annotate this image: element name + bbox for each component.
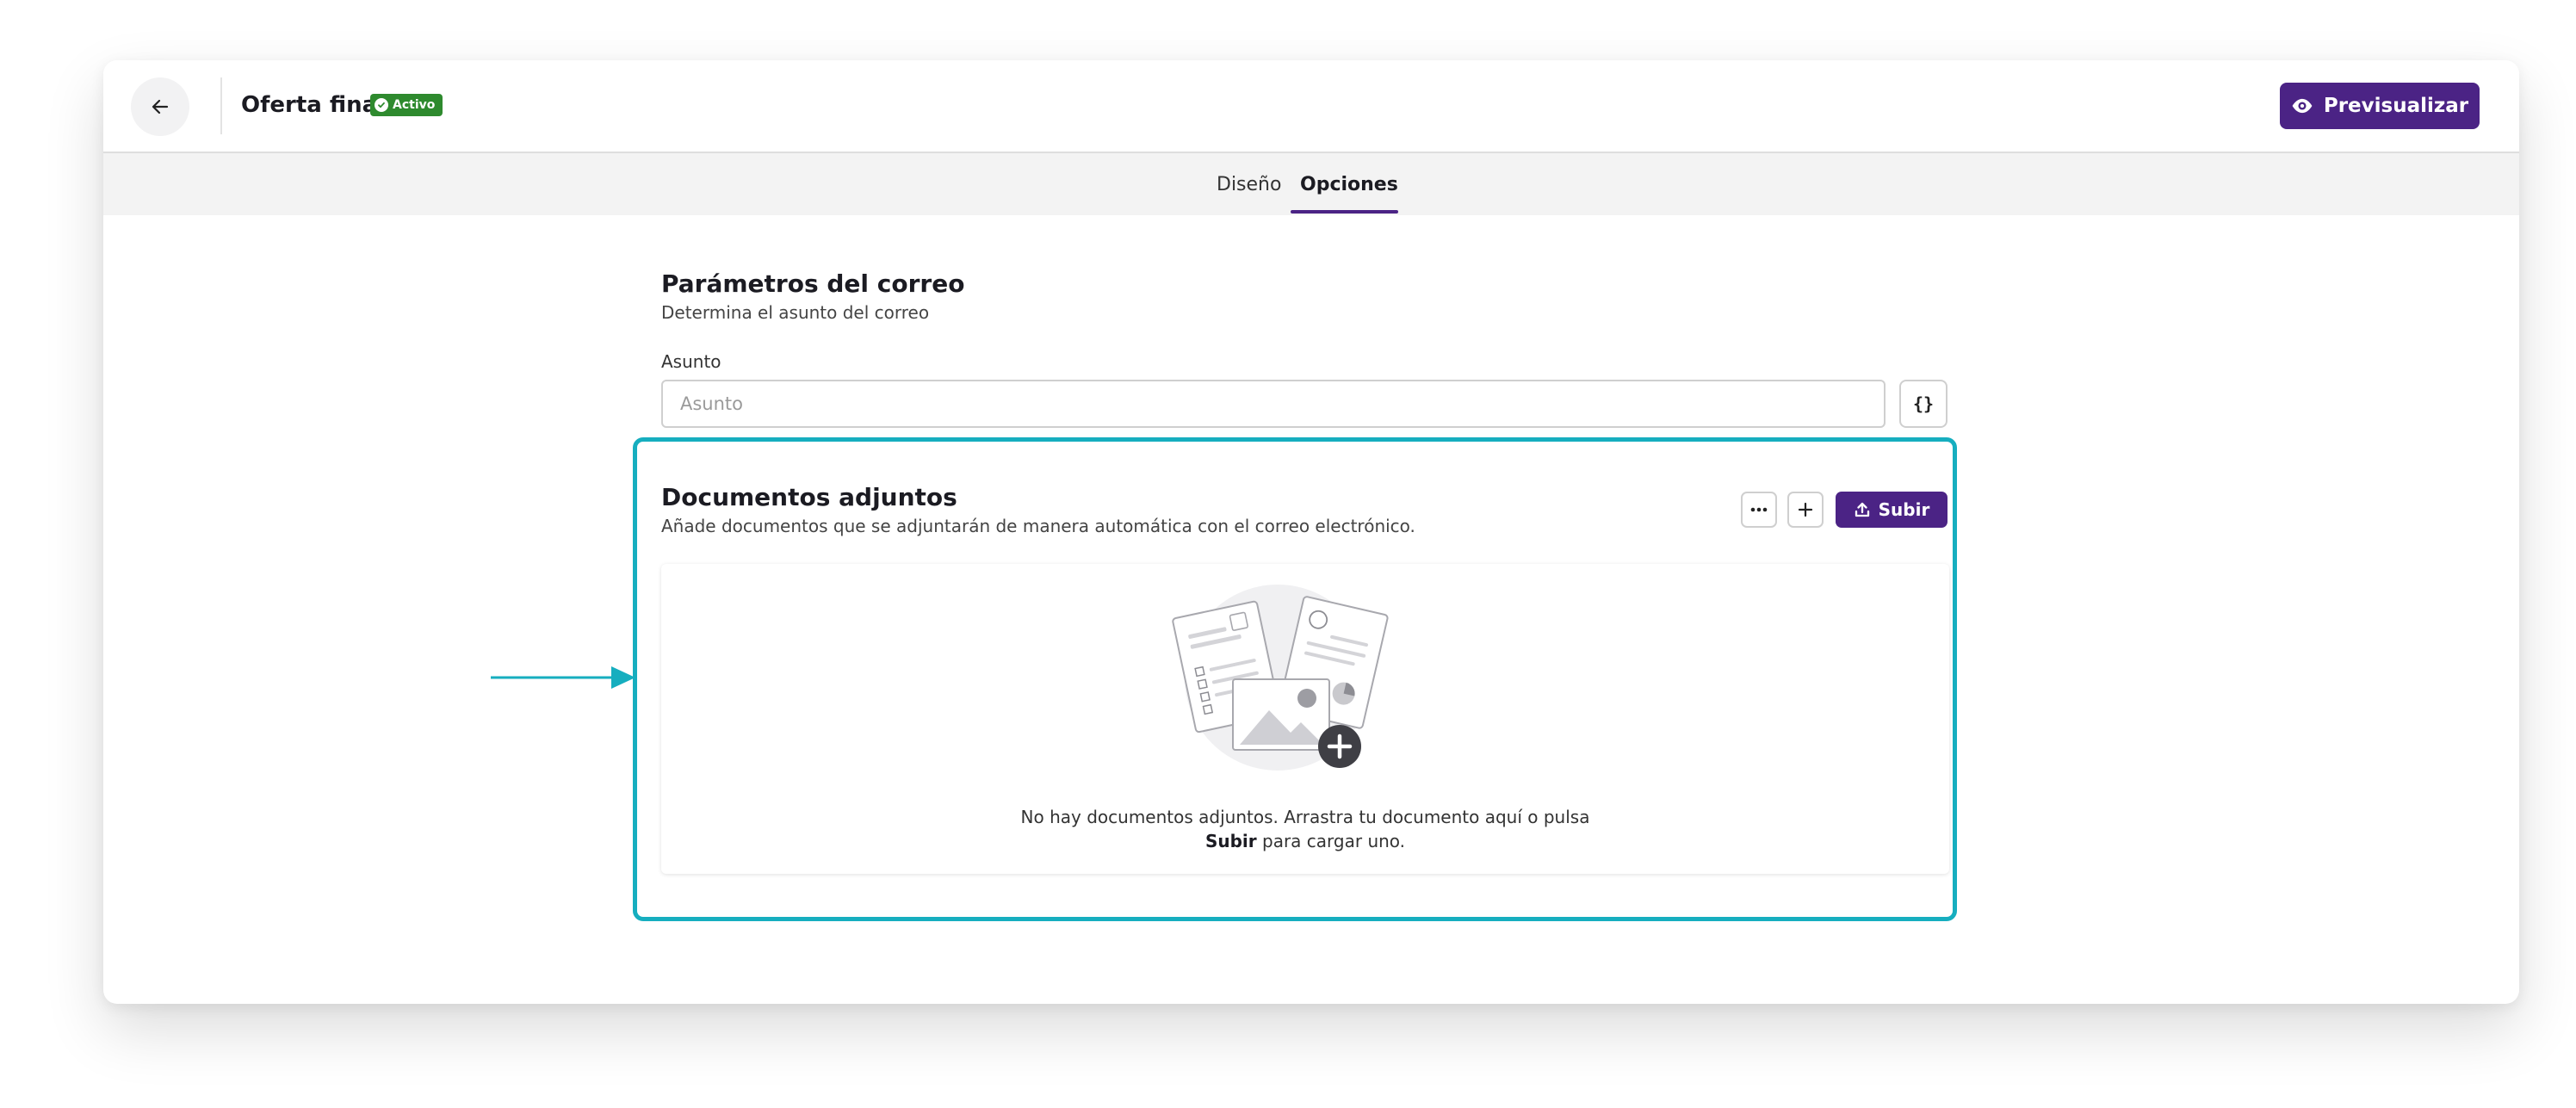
- header: Oferta final Activo Previsualizar: [103, 60, 2519, 153]
- tabs-bar: Diseño Opciones: [103, 153, 2519, 215]
- email-params-title: Parámetros del correo: [661, 269, 965, 298]
- tab-options[interactable]: Opciones: [1300, 172, 1398, 198]
- active-tab-indicator: [1291, 210, 1398, 214]
- back-button[interactable]: [131, 77, 189, 136]
- preview-button-label: Previsualizar: [2323, 95, 2469, 117]
- variables-button[interactable]: {}: [1899, 380, 1947, 428]
- braces-icon: {}: [1912, 393, 1935, 414]
- arrow-annotation-icon: [491, 666, 635, 689]
- arrow-left-icon: [152, 99, 169, 115]
- status-badge: Activo: [370, 94, 443, 116]
- page-title: Oferta final: [241, 92, 386, 118]
- status-badge-label: Activo: [393, 98, 436, 112]
- subject-label: Asunto: [661, 351, 721, 372]
- check-circle-icon: [375, 98, 388, 112]
- preview-button[interactable]: Previsualizar: [2280, 83, 2480, 129]
- highlight-annotation-box: [633, 437, 1957, 921]
- tab-design[interactable]: Diseño: [1217, 172, 1281, 198]
- app-window: Oferta final Activo Previsualizar Diseño…: [103, 60, 2519, 1004]
- eye-icon: [2292, 98, 2313, 114]
- email-params-description: Determina el asunto del correo: [661, 302, 930, 323]
- header-divider: [220, 77, 222, 134]
- subject-input[interactable]: [661, 380, 1886, 428]
